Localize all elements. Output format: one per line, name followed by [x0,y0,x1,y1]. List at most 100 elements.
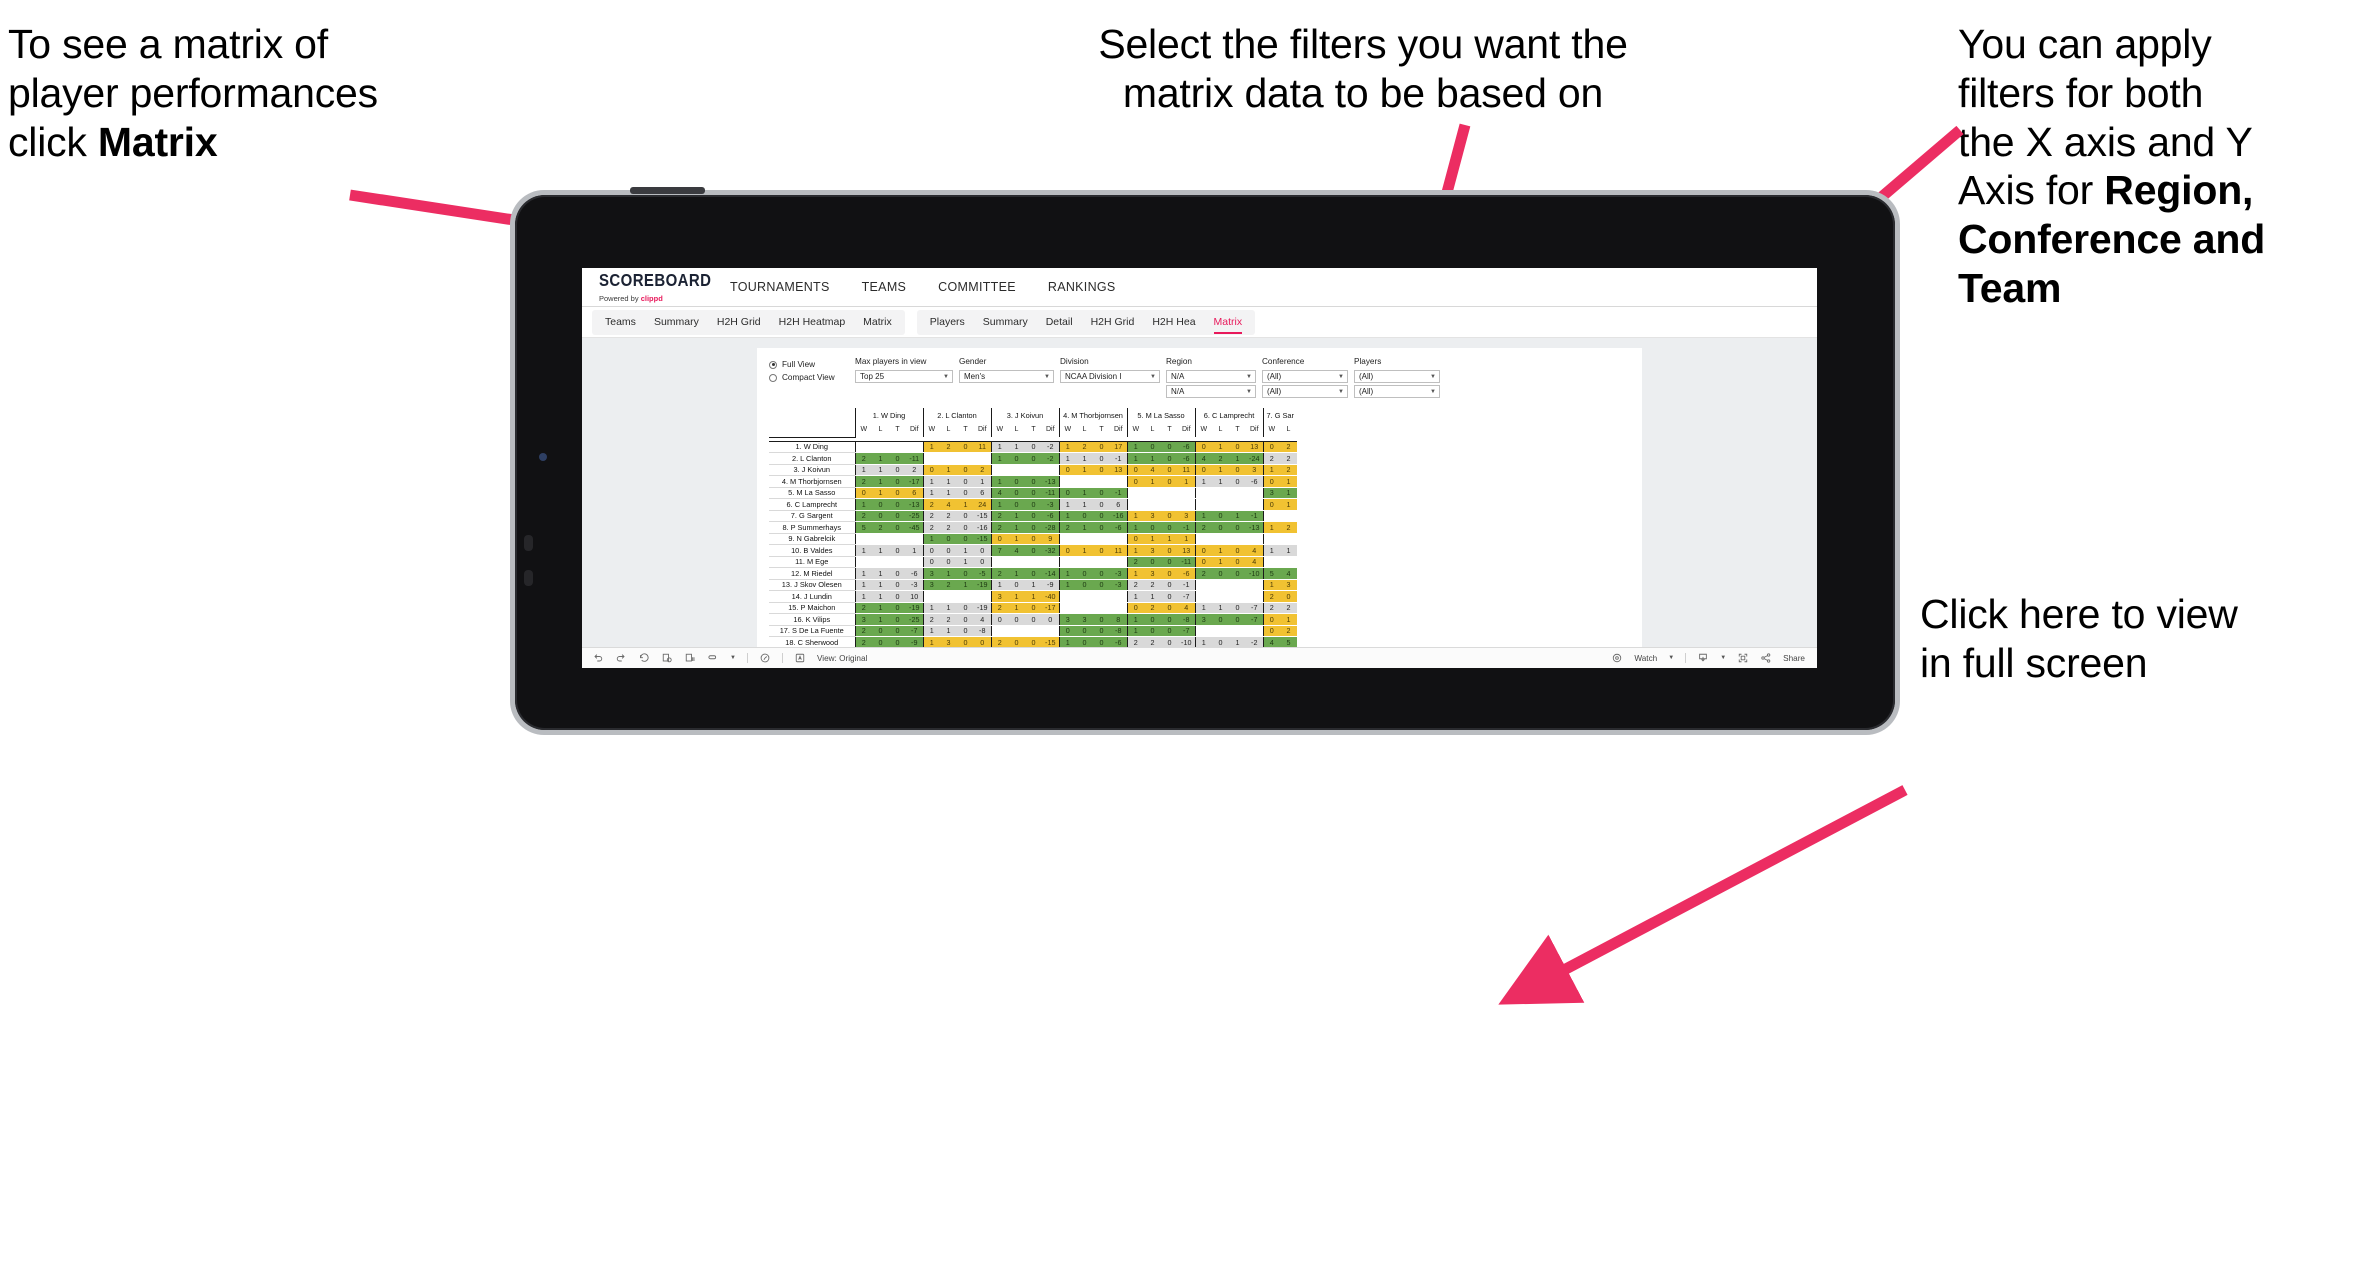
matrix-cell[interactable] [1110,556,1127,568]
matrix-cell[interactable] [1093,602,1110,614]
matrix-cell[interactable]: 0 [1194,556,1212,568]
matrix-cell[interactable]: -3 [906,579,923,591]
matrix-cell[interactable]: 1 [974,475,991,488]
matrix-cell[interactable] [1076,475,1093,488]
matrix-cell[interactable]: 2 [922,510,940,522]
matrix-cell[interactable]: 1 [906,544,923,557]
matrix-cell[interactable]: 1 [1076,487,1093,499]
radio-full-view[interactable]: Full View [769,358,855,371]
undo-icon[interactable] [592,652,604,664]
matrix-cell[interactable]: -15 [974,533,991,545]
matrix-cell[interactable]: 1 [1008,602,1025,614]
select-conference-x-axis[interactable]: (All) ▼ [1262,370,1348,383]
matrix-cell[interactable]: 1 [1076,498,1093,511]
matrix-cell[interactable]: 0 [1144,556,1161,568]
matrix-cell[interactable]: -13 [906,498,923,511]
matrix-cell[interactable]: 2 [1280,441,1297,453]
matrix-cell[interactable]: 1 [854,544,872,557]
matrix-cell[interactable]: 1 [922,625,940,637]
matrix-cell[interactable] [1178,498,1195,511]
matrix-cell[interactable]: 0 [1008,475,1025,488]
matrix-cell[interactable]: 1 [1280,613,1297,626]
matrix-cell[interactable]: 1 [1126,590,1144,603]
matrix-cell[interactable]: 0 [1144,613,1161,626]
matrix-cell[interactable]: 13 [1246,441,1263,453]
matrix-cell[interactable]: 0 [1229,556,1246,568]
matrix-cell[interactable]: 1 [940,602,957,614]
matrix-cell[interactable]: 0 [1126,533,1144,545]
matrix-cell[interactable]: 0 [1025,521,1042,534]
matrix-cell[interactable]: 4 [990,487,1008,499]
matrix-cell[interactable]: 1 [1229,510,1246,522]
matrix-cell[interactable] [990,556,1008,568]
matrix-cell[interactable]: 1 [1126,625,1144,637]
matrix-cell[interactable]: 1 [922,602,940,614]
matrix-cell[interactable]: 0 [1025,567,1042,580]
matrix-cell[interactable]: 1 [872,464,889,476]
matrix-cell[interactable] [1042,625,1059,637]
matrix-cell[interactable]: 3 [1144,567,1161,580]
matrix-cell[interactable]: 3 [1262,487,1280,499]
matrix-cell[interactable]: 0 [940,556,957,568]
matrix-cell[interactable]: 0 [872,625,889,637]
matrix-cell[interactable] [872,556,889,568]
matrix-cell[interactable] [1229,579,1246,591]
matrix-cell[interactable]: 4 [1178,602,1195,614]
matrix-cell[interactable]: 0 [1025,498,1042,511]
device-preview-icon[interactable] [759,652,771,664]
matrix-cell[interactable]: 4 [1144,464,1161,476]
matrix-cell[interactable] [957,590,974,603]
matrix-cell[interactable] [906,441,923,453]
matrix-cell[interactable] [1229,498,1246,511]
matrix-cell[interactable]: 1 [1076,464,1093,476]
matrix-cell[interactable]: -19 [974,579,991,591]
matrix-cell[interactable]: 0 [1093,567,1110,580]
matrix-cell[interactable] [974,590,991,603]
chevron-down-icon[interactable]: ▼ [730,655,736,661]
matrix-cell[interactable] [1280,556,1297,568]
matrix-cell[interactable] [1194,498,1212,511]
matrix-cell[interactable]: 1 [990,498,1008,511]
tablet-power-button[interactable] [630,187,705,194]
matrix-cell[interactable]: 0 [957,625,974,637]
matrix-cell[interactable]: 1 [1262,544,1280,557]
matrix-cell[interactable]: 0 [889,625,906,637]
matrix-cell[interactable]: 2 [940,521,957,534]
matrix-cell[interactable]: 1 [872,487,889,499]
matrix-cell[interactable] [1229,487,1246,499]
matrix-cell[interactable] [854,533,872,545]
matrix-cell[interactable]: 1 [1126,567,1144,580]
matrix-cell[interactable]: 0 [1008,452,1025,465]
matrix-cell[interactable]: 0 [889,475,906,488]
matrix-cell[interactable]: 0 [1025,452,1042,465]
matrix-cell[interactable]: 0 [1229,567,1246,580]
matrix-cell[interactable]: 9 [1042,533,1059,545]
matrix-cell[interactable]: 1 [1144,590,1161,603]
matrix-cell[interactable]: 2 [1126,556,1144,568]
matrix-cell[interactable]: 1 [872,475,889,488]
matrix-cell[interactable]: -19 [974,602,991,614]
matrix-cell[interactable]: 3 [854,613,872,626]
matrix-cell[interactable]: 3 [1076,613,1093,626]
tab-players-h2h-heatmap[interactable]: H2H Hea [1143,310,1204,335]
nav-item-teams[interactable]: TEAMS [846,268,923,306]
matrix-cell[interactable] [1076,533,1093,545]
matrix-cell[interactable]: 1 [990,452,1008,465]
matrix-cell[interactable]: 0 [889,544,906,557]
matrix-cell[interactable]: 0 [1262,441,1280,453]
matrix-cell[interactable]: -6 [1178,452,1195,465]
matrix-cell[interactable]: 2 [854,510,872,522]
matrix-cell[interactable]: 0 [1161,464,1178,476]
matrix-cell[interactable]: 4 [974,613,991,626]
matrix-cell[interactable]: -15 [974,510,991,522]
matrix-cell[interactable] [957,452,974,465]
matrix-cell[interactable] [1178,487,1195,499]
matrix-cell[interactable]: 0 [1161,625,1178,637]
watch-label[interactable]: Watch [1634,654,1657,663]
matrix-cell[interactable]: 4 [940,498,957,511]
matrix-cell[interactable]: 0 [854,487,872,499]
fullscreen-icon[interactable] [1737,652,1749,664]
matrix-cell[interactable]: 6 [1110,498,1127,511]
matrix-cell[interactable] [1110,533,1127,545]
matrix-cell[interactable] [940,452,957,465]
